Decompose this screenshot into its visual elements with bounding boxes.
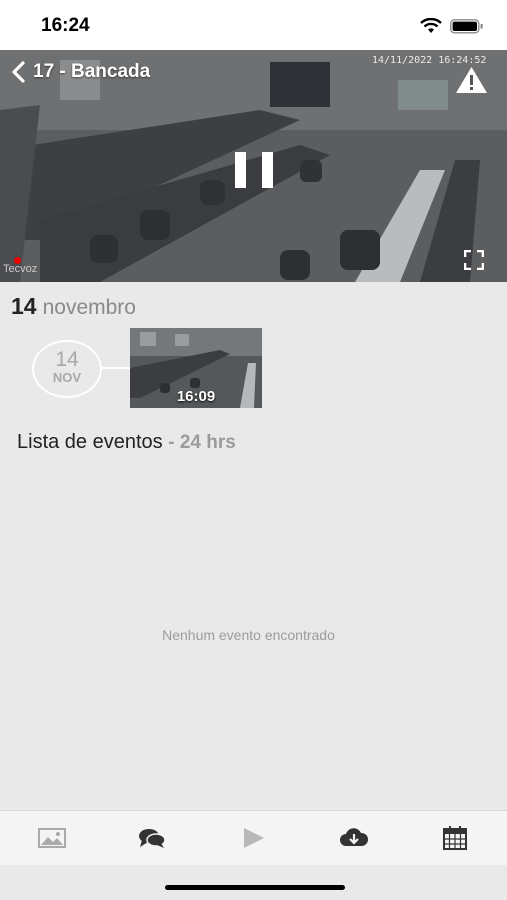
date-day: 14 — [11, 293, 37, 319]
date-month: novembro — [42, 296, 136, 319]
empty-state-message: Nenhum evento encontrado — [162, 627, 335, 643]
cloud-download-icon[interactable] — [339, 825, 369, 851]
fullscreen-icon[interactable] — [464, 250, 484, 270]
events-heading: Lista de eventos - 24 hrs — [17, 431, 236, 454]
bottom-toolbar — [0, 810, 507, 865]
badge-month: NOV — [52, 370, 82, 385]
camera-title: 17 - Bancada — [33, 61, 151, 82]
chat-icon[interactable] — [137, 825, 167, 851]
battery-icon — [450, 19, 483, 34]
status-time: 16:24 — [41, 15, 90, 36]
pause-icon — [235, 152, 246, 188]
badge-day: 14 — [55, 348, 79, 371]
timeline-connector — [100, 367, 131, 369]
wifi-icon — [420, 18, 442, 33]
video-timestamp: 14/11/2022 16:24:52 — [372, 55, 487, 66]
events-title: Lista de eventos — [17, 431, 163, 453]
date-heading: 14 novembro — [11, 293, 136, 320]
back-button[interactable]: 17 - Bancada — [9, 60, 150, 84]
calendar-icon[interactable] — [440, 825, 470, 851]
home-indicator — [165, 885, 345, 890]
chevron-left-icon — [12, 61, 25, 83]
image-icon[interactable] — [37, 825, 67, 851]
camera-watermark: Tecvoz — [3, 263, 38, 275]
video-player[interactable]: 17 - Bancada 14/11/2022 16:24:52 Tecvoz — [0, 50, 507, 282]
play-icon[interactable] — [238, 825, 268, 851]
status-bar: 16:24 — [0, 0, 507, 50]
pause-button[interactable] — [235, 152, 273, 188]
recording-thumbnail[interactable]: 16:09 — [130, 328, 262, 408]
timeline-date-badge: 14 NOV — [32, 340, 102, 398]
clip-time: 16:09 — [176, 388, 216, 405]
warning-icon[interactable] — [455, 66, 488, 94]
events-range: - 24 hrs — [168, 432, 236, 453]
